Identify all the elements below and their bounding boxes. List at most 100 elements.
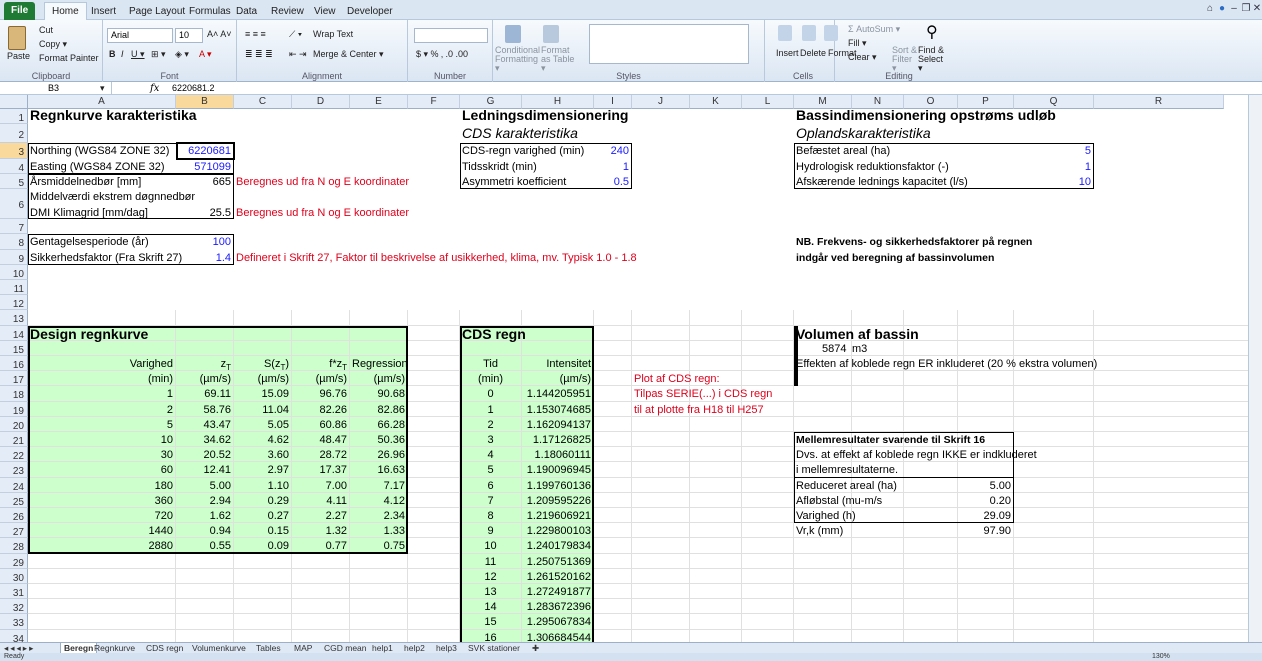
column-header-p[interactable]: P [958, 95, 1014, 109]
select-all-corner[interactable] [0, 95, 28, 109]
row-header-5[interactable]: 5 [0, 173, 28, 189]
tab-data[interactable]: Data [229, 3, 264, 20]
row-header-32[interactable]: 32 [0, 599, 28, 615]
name-box-dropdown-icon[interactable]: ▾ [100, 83, 105, 94]
row-header-2[interactable]: 2 [0, 124, 28, 144]
row-header-27[interactable]: 27 [0, 523, 28, 539]
column-header-b[interactable]: B [176, 95, 234, 109]
vertical-scrollbar[interactable] [1248, 95, 1262, 642]
tab-insert[interactable]: Insert [84, 3, 123, 20]
font-color-button[interactable]: A ▾ [199, 49, 212, 60]
italic-button[interactable]: I [121, 49, 124, 59]
minimize-icon[interactable]: – [1228, 3, 1240, 15]
sikkerhed-value[interactable]: 1.4 [178, 251, 231, 265]
column-header-g[interactable]: G [460, 95, 522, 109]
font-name-select[interactable]: Arial [107, 28, 173, 43]
row-header-13[interactable]: 13 [0, 310, 28, 326]
row-header-33[interactable]: 33 [0, 614, 28, 630]
worksheet-grid[interactable]: Regnkurve karakteristika Northing (WGS84 … [0, 95, 1248, 642]
column-header-c[interactable]: C [234, 95, 292, 109]
column-header-l[interactable]: L [742, 95, 794, 109]
column-header-i[interactable]: I [594, 95, 632, 109]
ledning-row-value[interactable]: 1 [596, 160, 629, 174]
orientation-icon[interactable]: ⟋ ▾ [289, 29, 302, 40]
delete-button[interactable]: Delete [800, 48, 826, 58]
bassin-row-value[interactable]: 5 [1016, 144, 1091, 158]
column-header-e[interactable]: E [350, 95, 408, 109]
autosum-button[interactable]: Σ AutoSum ▾ [848, 24, 900, 35]
row-header-14[interactable]: 14 [0, 325, 28, 341]
underline-button[interactable]: U ▾ [131, 49, 145, 60]
row-header-28[interactable]: 28 [0, 538, 28, 554]
borders-button[interactable]: ⊞ ▾ [151, 49, 166, 60]
sort-filter-button[interactable]: Sort & Filter ▾ [892, 46, 918, 73]
column-header-m[interactable]: M [794, 95, 852, 109]
row-header-9[interactable]: 9 [0, 249, 28, 265]
bassin-row-value[interactable]: 1 [1016, 160, 1091, 174]
row-header-26[interactable]: 26 [0, 508, 28, 524]
align-top-icon[interactable]: ≡ ≡ ≡ [245, 29, 266, 39]
row-header-12[interactable]: 12 [0, 295, 28, 311]
paste-button[interactable]: Paste [7, 51, 30, 61]
row-header-8[interactable]: 8 [0, 234, 28, 250]
column-header-h[interactable]: H [522, 95, 594, 109]
row-header-30[interactable]: 30 [0, 568, 28, 584]
font-grow-shrink[interactable]: A˄ A˅ [207, 29, 232, 39]
format-as-table-button[interactable]: Format as Table ▾ [541, 46, 581, 73]
clear-button[interactable]: Clear ▾ [848, 52, 877, 63]
merge-center-button[interactable]: Merge & Center ▾ [313, 49, 384, 60]
help-icon[interactable]: ● [1216, 3, 1228, 15]
formula-input[interactable]: 6220681.2 [172, 82, 215, 95]
easting-value[interactable]: 571099 [178, 160, 231, 174]
insert-button[interactable]: Insert [776, 48, 799, 58]
row-header-15[interactable]: 15 [0, 340, 28, 356]
tab-review[interactable]: Review [264, 3, 311, 20]
copy-button[interactable]: Copy ▾ [39, 39, 67, 50]
row-header-1[interactable]: 1 [0, 109, 28, 125]
row-header-4[interactable]: 4 [0, 158, 28, 174]
column-header-k[interactable]: K [690, 95, 742, 109]
row-header-22[interactable]: 22 [0, 447, 28, 463]
row-header-21[interactable]: 21 [0, 432, 28, 448]
cell-styles-gallery[interactable] [589, 24, 749, 64]
column-header-o[interactable]: O [904, 95, 958, 109]
cut-button[interactable]: Cut [39, 25, 53, 35]
insert-function-icon[interactable]: fx [150, 82, 159, 95]
column-header-d[interactable]: D [292, 95, 350, 109]
row-header-29[interactable]: 29 [0, 553, 28, 569]
tab-view[interactable]: View [307, 3, 343, 20]
bassin-row-value[interactable]: 10 [1016, 175, 1091, 189]
font-size-select[interactable]: 10 [175, 28, 203, 43]
indent-icon[interactable]: ⇤ ⇥ [289, 49, 307, 60]
wrap-text-button[interactable]: Wrap Text [313, 29, 353, 39]
bold-button[interactable]: B [109, 49, 116, 59]
selected-cell-b3[interactable] [176, 142, 235, 160]
gentagelse-value[interactable]: 100 [178, 235, 231, 249]
row-header-24[interactable]: 24 [0, 477, 28, 493]
number-format-icons[interactable]: $ ▾ % ‚ .0 .00 [416, 49, 468, 60]
tab-home[interactable]: Home [44, 2, 87, 20]
row-header-20[interactable]: 20 [0, 416, 28, 432]
row-header-10[interactable]: 10 [0, 264, 28, 280]
zoom-level[interactable]: 130% [1152, 653, 1170, 661]
row-header-6[interactable]: 6 [0, 189, 28, 220]
tab-developer[interactable]: Developer [340, 3, 400, 20]
row-header-25[interactable]: 25 [0, 492, 28, 508]
ledning-row-value[interactable]: 240 [596, 144, 629, 158]
row-header-11[interactable]: 11 [0, 280, 28, 296]
minimize-ribbon-icon[interactable]: ⌂ [1204, 3, 1216, 15]
name-box[interactable]: B3 [0, 82, 112, 95]
format-painter-button[interactable]: Format Painter [39, 53, 99, 63]
fill-color-button[interactable]: ◈ ▾ [175, 49, 189, 60]
fill-button[interactable]: Fill ▾ [848, 38, 867, 49]
column-header-r[interactable]: R [1094, 95, 1224, 109]
align-left-icon[interactable]: ≣ ≣ ≣ [245, 49, 273, 60]
column-header-n[interactable]: N [852, 95, 904, 109]
column-header-f[interactable]: F [408, 95, 460, 109]
column-header-q[interactable]: Q [1014, 95, 1094, 109]
column-header-j[interactable]: J [632, 95, 690, 109]
conditional-formatting-button[interactable]: Conditional Formatting ▾ [495, 46, 541, 73]
ledning-row-value[interactable]: 0.5 [596, 175, 629, 189]
tab-file[interactable]: File [4, 2, 36, 20]
row-header-3[interactable]: 3 [0, 143, 28, 159]
